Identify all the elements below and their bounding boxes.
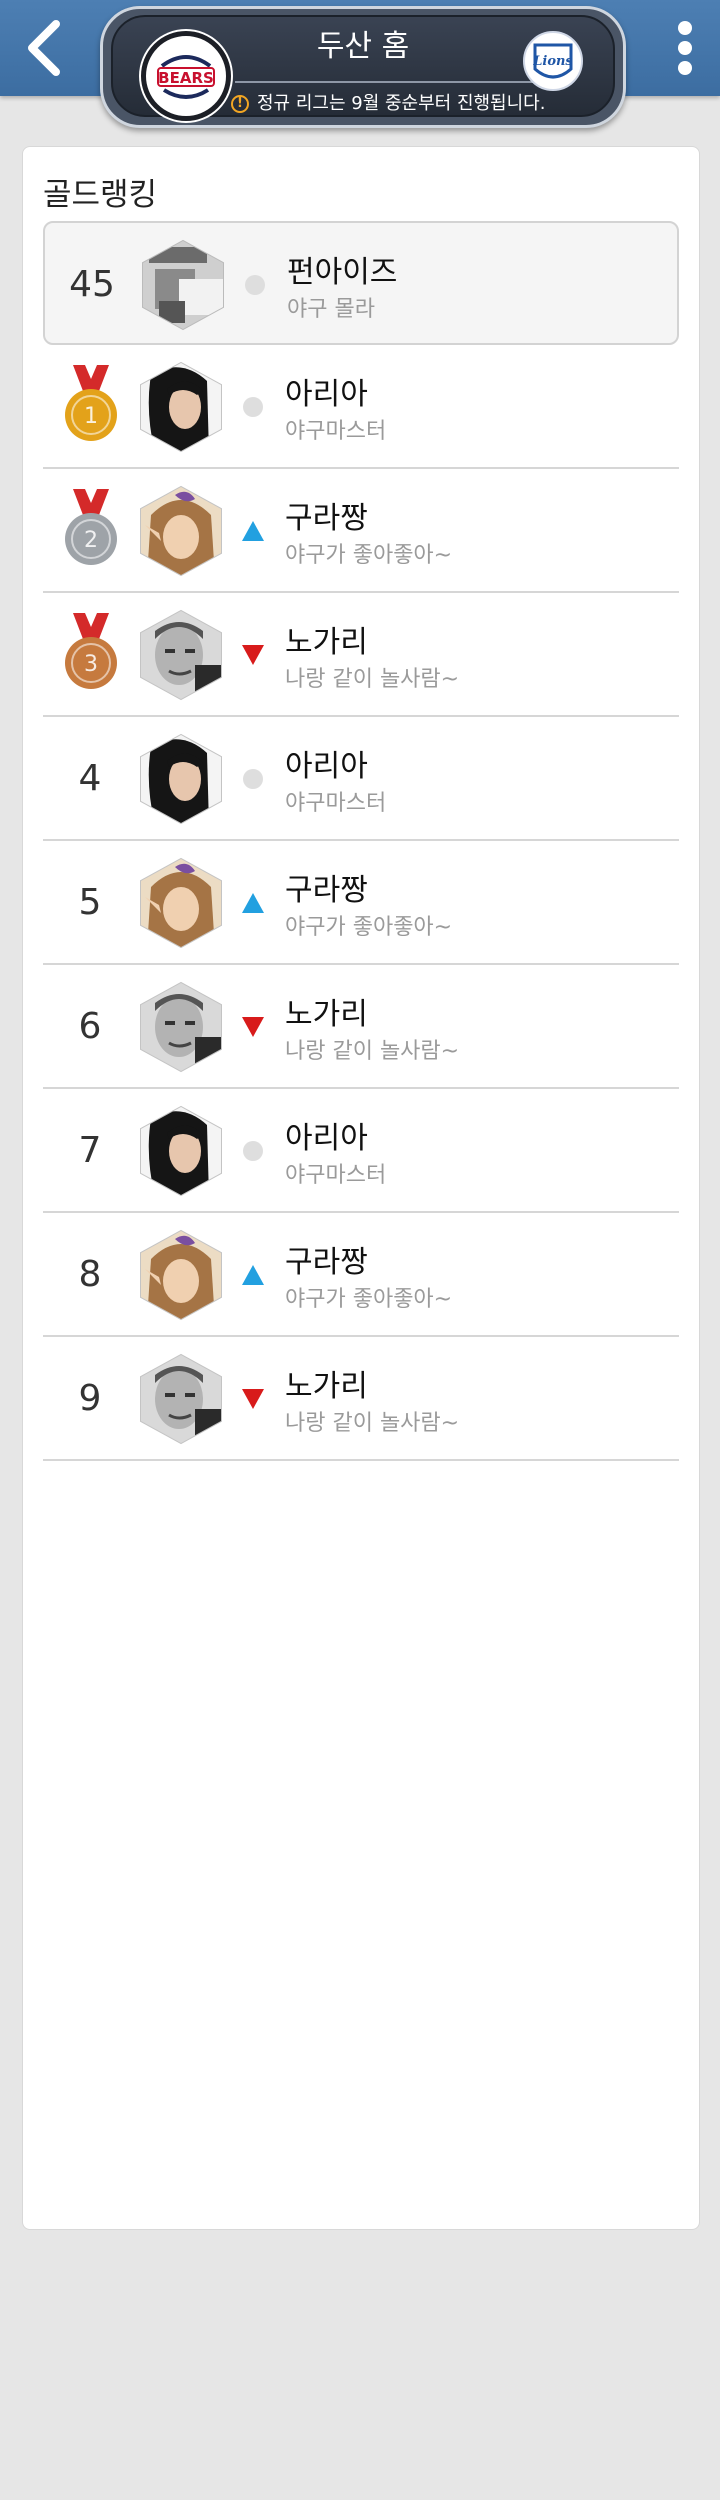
medal-rank-text: 1 <box>84 404 98 429</box>
back-button[interactable] <box>14 12 74 84</box>
trend-up-icon <box>241 1263 265 1287</box>
match-header: BEARS 두산 홈 ! 정규 리그는 9월 중순부터 진행됩니다. Lions <box>100 6 626 128</box>
status-message: 야구가 좋아좋아~ <box>285 543 453 568</box>
status-message: 야구가 좋아좋아~ <box>285 1287 453 1312</box>
more-vertical-icon <box>678 21 692 75</box>
status-message: 야구 몰라 <box>287 297 375 322</box>
rank-number: 6 <box>78 1005 102 1047</box>
rank-row[interactable]: 5 구라짱야구가 좋아좋아~ <box>43 841 679 965</box>
nickname: 구라짱 <box>285 873 368 908</box>
trend-down-icon <box>241 1015 265 1039</box>
medal-rank-text: 3 <box>84 652 98 677</box>
trend-up-icon <box>241 891 265 915</box>
nickname: 노가리 <box>285 625 368 660</box>
man-avatar-icon <box>140 1353 222 1445</box>
elf-avatar-icon <box>140 857 222 949</box>
silver-medal-icon: 2 <box>65 489 117 565</box>
lions-logo-icon: Lions <box>532 43 573 79</box>
trend-same-icon <box>241 395 265 419</box>
more-menu-button[interactable] <box>660 12 710 84</box>
home-logo-text: BEARS <box>158 69 214 87</box>
rank-number: 7 <box>78 1129 102 1171</box>
elf-avatar-icon <box>140 1229 222 1321</box>
trend-same-icon <box>243 273 267 297</box>
medal-rank-text: 2 <box>84 528 98 553</box>
status-message: 야구마스터 <box>285 419 387 444</box>
status-message: 나랑 같이 놀사람~ <box>285 1039 460 1064</box>
section-title: 골드랭킹 <box>43 177 158 213</box>
ranking-card: 골드랭킹 45 펀아이즈 야구 몰라 1 아리아 야구마스터 2 구라짱 야구가 좋아좋아… <box>22 146 700 2230</box>
rank-row[interactable]: 7 아리아야구마스터 <box>43 1089 679 1213</box>
woman-avatar-icon <box>140 361 222 453</box>
man-avatar-icon <box>140 609 222 701</box>
nickname: 노가리 <box>285 997 368 1032</box>
rank-row[interactable]: 1 아리아야구마스터 <box>43 345 679 469</box>
status-message: 야구마스터 <box>285 791 387 816</box>
home-team-logo[interactable]: BEARS <box>141 31 231 121</box>
user-avatar-icon <box>142 239 224 331</box>
nickname: 구라짱 <box>285 501 368 536</box>
away-logo-text: Lions <box>532 54 573 69</box>
trend-down-icon <box>241 1387 265 1411</box>
rank-row[interactable]: 6 노가리나랑 같이 놀사람~ <box>43 965 679 1089</box>
ranking-rows: 1 아리아 야구마스터 2 구라짱 야구가 좋아좋아~ 3 노가리 나랑 같이 놀사람~ 4 아리아… <box>43 345 679 1461</box>
rank-number: 45 <box>69 263 115 305</box>
status-message: 나랑 같이 놀사람~ <box>285 667 460 692</box>
alert-icon: ! <box>231 95 249 113</box>
notice-text: 정규 리그는 9월 중순부터 진행됩니다. <box>257 93 546 114</box>
nickname: 노가리 <box>285 1369 368 1404</box>
rank-row[interactable]: 2 구라짱야구가 좋아좋아~ <box>43 469 679 593</box>
man-avatar-icon <box>140 981 222 1073</box>
rank-row[interactable]: 3 노가리나랑 같이 놀사람~ <box>43 593 679 717</box>
chevron-left-icon <box>28 20 60 76</box>
nickname: 아리아 <box>285 1121 368 1156</box>
elf-avatar-icon <box>140 485 222 577</box>
gold-medal-icon: 1 <box>65 365 117 441</box>
trend-up-icon <box>241 519 265 543</box>
rank-row[interactable]: 4 아리아야구마스터 <box>43 717 679 841</box>
status-message: 나랑 같이 놀사람~ <box>285 1411 460 1436</box>
my-rank-row[interactable]: 45 펀아이즈 야구 몰라 <box>43 221 679 345</box>
page-title: 두산 홈 <box>316 29 410 64</box>
woman-avatar-icon <box>140 1105 222 1197</box>
trend-same-icon <box>241 767 265 791</box>
bears-logo-icon: BEARS <box>150 40 222 112</box>
away-team-logo[interactable]: Lions <box>523 31 583 91</box>
rank-row[interactable]: 8 구라짱야구가 좋아좋아~ <box>43 1213 679 1337</box>
nickname: 펀아이즈 <box>287 255 398 290</box>
trend-same-icon <box>241 1139 265 1163</box>
bronze-medal-icon: 3 <box>65 613 117 689</box>
nickname: 아리아 <box>285 377 368 412</box>
nickname: 아리아 <box>285 749 368 784</box>
rank-number: 8 <box>78 1253 102 1295</box>
rank-number: 5 <box>78 881 102 923</box>
notice-text-row: ! 정규 리그는 9월 중순부터 진행됩니다. <box>231 89 603 119</box>
trend-down-icon <box>241 643 265 667</box>
rank-number: 4 <box>78 757 102 799</box>
ranking-list: 45 펀아이즈 야구 몰라 1 아리아 야구마스터 2 구라짱 야구가 좋아좋아~ 3 노가리… <box>43 221 679 1461</box>
status-message: 야구가 좋아좋아~ <box>285 915 453 940</box>
status-message: 야구마스터 <box>285 1163 387 1188</box>
title-divider <box>235 81 565 83</box>
nickname: 구라짱 <box>285 1245 368 1280</box>
woman-avatar-icon <box>140 733 222 825</box>
rank-number: 9 <box>78 1377 102 1419</box>
rank-row[interactable]: 9 노가리나랑 같이 놀사람~ <box>43 1337 679 1461</box>
